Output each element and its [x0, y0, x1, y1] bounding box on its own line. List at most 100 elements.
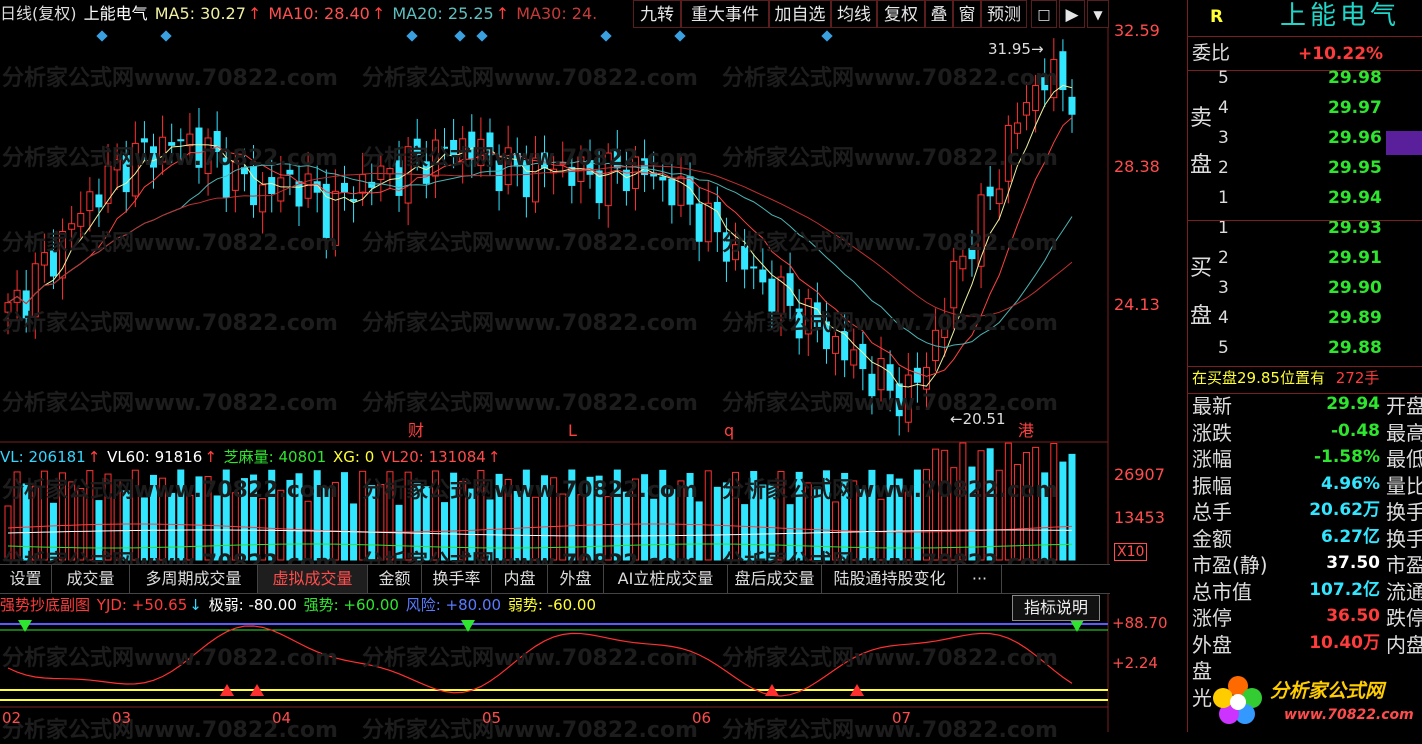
tab-4[interactable]: 金额: [368, 565, 422, 593]
ask-price: 29.95: [1328, 158, 1382, 178]
watermark-text: 分析家公式网www.70822.com: [362, 146, 698, 171]
tab-8[interactable]: AI立桩成交量: [604, 565, 728, 593]
moving-average-button[interactable]: 均线: [831, 0, 877, 28]
ask-row[interactable]: 1 29.94: [1190, 190, 1422, 220]
ask-price: 29.96: [1328, 128, 1382, 148]
chevron-down-icon[interactable]: ▼: [1087, 0, 1109, 28]
event-marker-l[interactable]: L: [568, 423, 577, 439]
jump-end-icon[interactable]: ▶: [1059, 0, 1085, 28]
candle-body: [259, 184, 267, 213]
date-label-03: 03: [112, 709, 132, 727]
ask-row[interactable]: 4 29.97: [1190, 100, 1422, 130]
tab-11[interactable]: ···: [958, 565, 1002, 593]
watermark-text: 分析家公式网www.70822.com: [362, 478, 698, 503]
quote-side-label: 最高: [1386, 420, 1422, 445]
tab-2[interactable]: 多周期成交量: [130, 565, 258, 593]
window-button[interactable]: 窗: [953, 0, 981, 28]
volume-bar: [340, 472, 348, 561]
watermark-text: 分析家公式网www.70822.com: [2, 478, 338, 503]
forecast-button[interactable]: 预测: [981, 0, 1027, 28]
event-marker-gang[interactable]: 港: [1018, 423, 1034, 439]
candle-body: [359, 174, 367, 194]
bid-row[interactable]: 1 29.93: [1190, 220, 1422, 250]
add-watchlist-button[interactable]: 加自选: [769, 0, 831, 28]
weibi-label: 委比: [1192, 42, 1231, 64]
ask-level: 5: [1218, 68, 1229, 88]
vl20-label: VL20: 131084: [381, 448, 486, 466]
candle-body: [850, 349, 858, 366]
quote-side-label: 内盘: [1386, 632, 1422, 657]
xg-label: XG: 0: [333, 448, 375, 466]
ma30-label: MA30: 24.: [516, 4, 598, 23]
ask-row[interactable]: 5 29.98: [1190, 70, 1422, 100]
watermark-text: 分析家公式网www.70822.com: [722, 311, 1058, 336]
bid-row[interactable]: 4 29.89: [1190, 310, 1422, 340]
tab-1[interactable]: 成交量: [52, 565, 130, 593]
bid-row[interactable]: 3 29.90: [1190, 280, 1422, 310]
candle-body: [1068, 96, 1076, 115]
candle-body: [959, 255, 967, 270]
candle-body: [859, 343, 867, 370]
candle-body: [750, 266, 758, 269]
candlestick-chart[interactable]: [0, 0, 1110, 732]
candle-body: [250, 166, 258, 206]
quote-value: 4.96%: [1321, 473, 1380, 494]
watermark-text: 分析家公式网www.70822.com: [362, 391, 698, 416]
quote-label: 外盘: [1192, 632, 1232, 657]
watermark-text: 分析家公式网www.70822.com: [722, 478, 1058, 503]
signal-diamond-icon: [406, 30, 418, 42]
quote-side-label: 换手: [1386, 526, 1422, 551]
bid-level: 2: [1218, 248, 1229, 268]
vl60-label: VL60: 91816: [107, 448, 203, 466]
candle-body: [950, 260, 958, 309]
weibi-value: +10.22%: [1298, 44, 1384, 64]
candle-body: [713, 201, 721, 233]
quote-label: 涨停: [1192, 606, 1232, 630]
indicator-help-button[interactable]: 指标说明: [1012, 595, 1100, 621]
candle-body: [86, 191, 94, 212]
event-marker-cai[interactable]: 财: [408, 423, 424, 439]
volume-legend: VL: 206181 ↑ VL60: 91816 ↑ 芝麻量: 40801 XG: …: [0, 450, 502, 465]
lock-icon[interactable]: □: [1031, 0, 1057, 28]
watermark-text: 分析家公式网www.70822.com: [722, 391, 1058, 416]
logo-title: 分析家公式网: [1270, 680, 1385, 702]
tab-9[interactable]: 盘后成交量: [728, 565, 822, 593]
main-chart-area[interactable]: [0, 0, 1110, 732]
tab-3[interactable]: 虚拟成交量: [258, 565, 368, 593]
date-label-05: 05: [482, 709, 502, 727]
ask-row[interactable]: 2 29.95: [1190, 160, 1422, 190]
candle-body: [786, 273, 794, 306]
quote-row: 总市值 107.2亿 流通: [1190, 581, 1422, 608]
ma5-arrow: ↑: [247, 4, 262, 23]
quote-row: 最新 29.94 开盘: [1190, 396, 1422, 422]
vl-arrow: ↑: [87, 448, 101, 466]
overlay-button[interactable]: 叠: [925, 0, 953, 28]
quote-side-label: 最低: [1386, 447, 1422, 471]
candle-body: [913, 367, 921, 383]
watermark-text: 分析家公式网www.70822.com: [362, 231, 698, 256]
tab-7[interactable]: 外盘: [548, 565, 604, 593]
major-events-button[interactable]: 重大事件: [681, 0, 769, 28]
signal-diamond-icon: [674, 30, 686, 42]
candle-body: [995, 188, 1003, 205]
watermark-text: 分析家公式网www.70822.com: [2, 391, 338, 416]
price-axis-mid: 28.38: [1114, 157, 1160, 176]
quote-value: 10.40万: [1309, 632, 1380, 653]
tab-10[interactable]: 陆股通持股变化: [822, 565, 958, 593]
volume-axis-unit: X10: [1114, 543, 1148, 561]
fuquan-button[interactable]: 复权: [877, 0, 925, 28]
bid-row[interactable]: 2 29.91: [1190, 250, 1422, 280]
tab-0[interactable]: 设置: [0, 565, 52, 593]
volume-bar: [704, 470, 712, 561]
event-marker-q[interactable]: q: [724, 423, 734, 439]
price-axis-top: 32.59: [1114, 21, 1160, 40]
jiruo-label: 极弱: -80.00: [208, 596, 297, 614]
watermark-text: 分析家公式网www.70822.com: [2, 646, 338, 671]
candle-body: [659, 176, 667, 181]
tab-6[interactable]: 内盘: [492, 565, 548, 593]
tab-5[interactable]: 换手率: [422, 565, 492, 593]
jiuzhuan-button[interactable]: 九转: [633, 0, 681, 28]
bid-level: 4: [1218, 308, 1229, 328]
candle-body: [986, 186, 994, 197]
price-axis-low: 24.13: [1114, 295, 1160, 314]
